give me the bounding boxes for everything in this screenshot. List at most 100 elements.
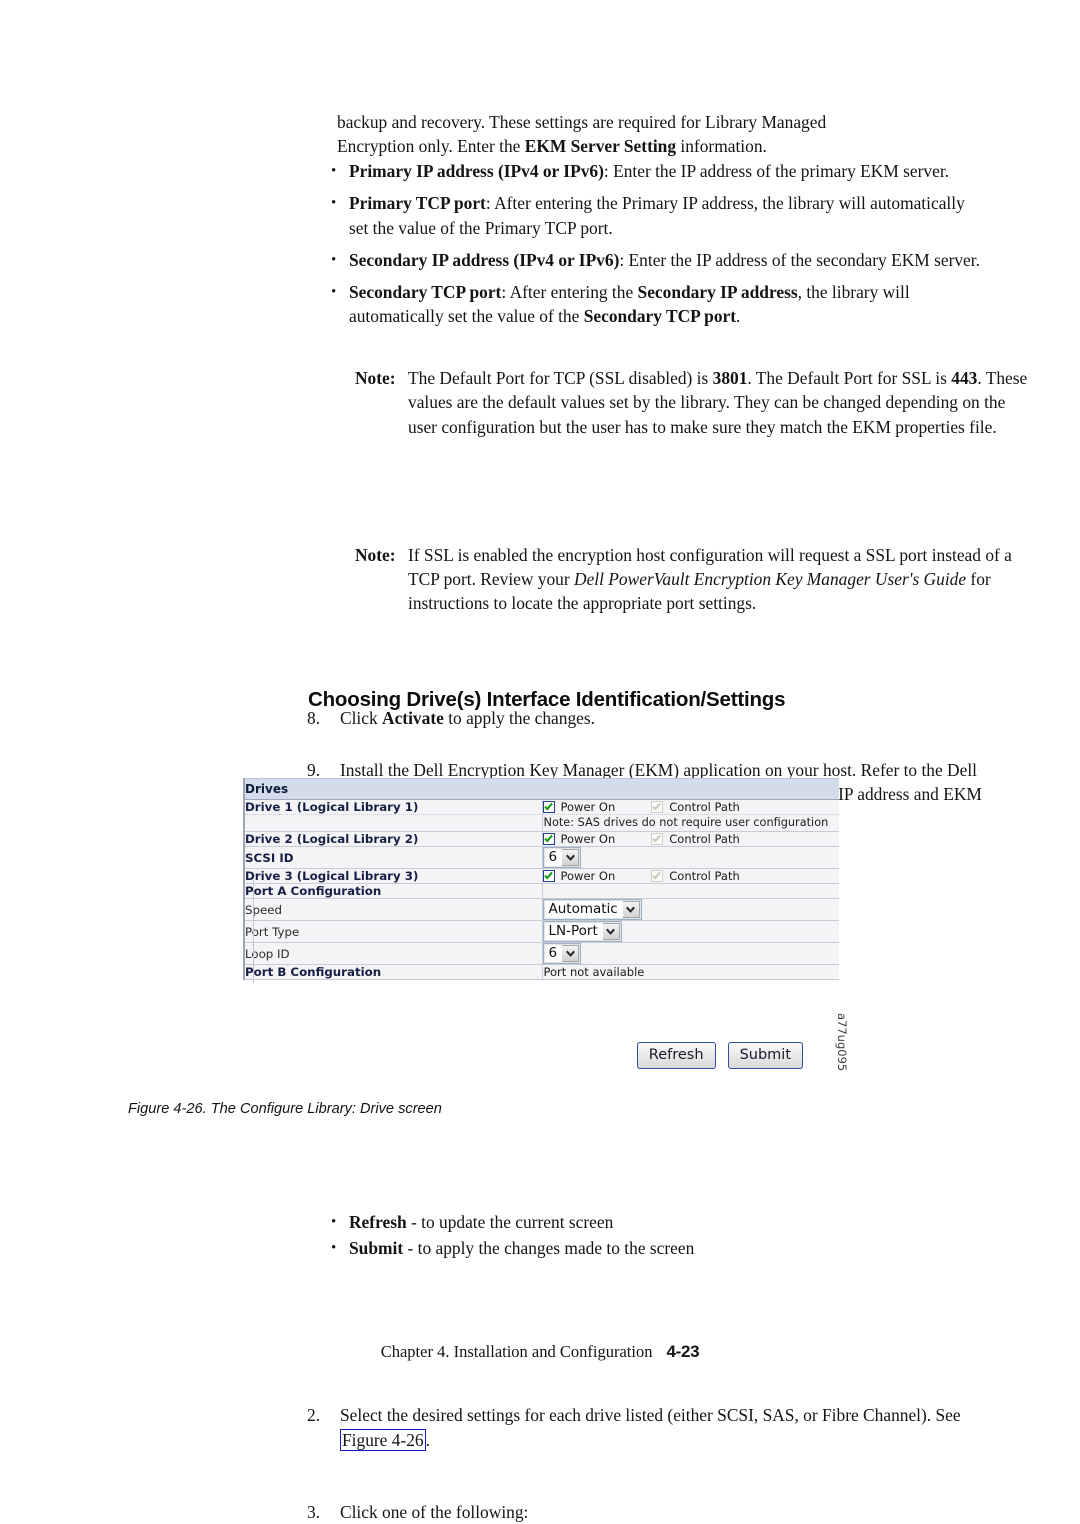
drive-1-label: Drive 1 (Logical Library 1) [245,799,543,815]
checkbox-checked-icon [542,833,555,845]
speed-label: Speed [245,894,543,924]
table-row: SCSI ID 6 [245,846,839,869]
step-3-number: 3. [307,1501,321,1522]
drive-2-control-path-label: Control Path [669,832,740,846]
port-type-cell: LN-Port [542,920,839,943]
drive-1-power-on-label: Power On [560,800,616,814]
drive-3-control-path-checkbox[interactable]: Control Path [651,869,740,883]
sas-note-cell: Note: SAS drives do not require user con… [542,814,839,832]
bullet-3-term-3: Secondary TCP port [583,306,737,327]
checkbox-checked-disabled-icon [651,833,664,845]
scsi-id-select[interactable]: 6 [542,847,582,868]
chevron-down-icon [562,849,580,866]
drive-3-power-on-checkbox[interactable]: Power On [542,869,616,883]
loop-id-select[interactable]: 6 [542,943,582,964]
bullet-dot-icon: • [331,163,337,179]
bullet-0-term: Primary IP address (IPv4 or IPv6) [349,161,604,181]
port-type-label: Port Type [245,916,543,946]
port-type-value: LN-Port [544,923,603,940]
table-row: Drive 3 (Logical Library 3) Power On Con… [245,868,839,884]
intro-line-2a: Encryption only. Enter the [337,136,525,157]
drive-2-options: Power On Control Path [542,831,839,847]
panel-title: Drives [245,778,839,800]
table-row: Port Type LN-Port [245,916,839,946]
bullet-dot-icon: • [331,251,337,268]
drives-settings-table: Drives Drive 1 (Logical Library 1) Power… [245,778,839,983]
figure-caption-text: The Configure Library: Drive screen [206,1101,442,1117]
step-2: 2. Select the desired settings for each … [307,1403,1000,1452]
drive-3-power-on-label: Power On [560,869,616,883]
checkbox-checked-disabled-icon [651,801,664,813]
note-label: Note: [355,368,396,388]
bullet-3-term-2: Secondary IP address [637,282,798,303]
step-2-text-c: . [425,1429,430,1450]
screenshot-button-bar: Refresh Submit [243,1042,839,1069]
drive-1-power-on-checkbox[interactable]: Power On [542,800,616,814]
figure-source-code: a77ug095 [835,1013,849,1072]
list-item: • Primary TCP port: After entering the P… [325,191,981,240]
drive-2-label: Drive 2 (Logical Library 2) [245,831,543,847]
bullet-2-text: : Enter the IP address of the secondary … [619,249,980,270]
drive-2-control-path-checkbox[interactable]: Control Path [651,832,740,846]
speed-value: Automatic [544,901,623,918]
speed-cell: Automatic [542,898,839,921]
drive-1-control-path-label: Control Path [669,800,740,814]
table-row: Port B Configuration Port not available [245,960,839,983]
ekm-settings-bullet-list: • Primary IP address (IPv4 or IPv6) : Ent… [325,159,981,329]
intro-line-2c: information. [676,136,767,157]
table-row: Port A Configuration [245,879,839,902]
figure-caption: Figure 4-26. The Configure Library: Driv… [128,1101,442,1117]
submit-button[interactable]: Submit [727,1042,803,1069]
note-label: Note: [355,544,396,565]
checkbox-checked-icon [542,801,555,813]
drive-2-power-on-checkbox[interactable]: Power On [542,832,615,846]
step-3: 3. Click one of the following: [307,1500,1000,1524]
note-block-2: Note: If SSL is enabled the encryption h… [355,543,1028,616]
chevron-down-icon [602,923,620,940]
panel-header-row: Drives [245,778,839,800]
port-type-select[interactable]: LN-Port [542,921,622,942]
port-b-configuration-label: Port B Configuration [245,960,543,983]
list-item: • Primary IP address (IPv4 or IPv6): Ent… [325,159,981,183]
bullet-2-term: Secondary IP address (IPv4 or IPv6) [349,249,620,270]
bullet-dot-icon: • [331,1214,337,1230]
port-a-configuration-label: Port A Configuration [245,879,543,902]
note-2-guide-title: Dell PowerVault Encryption Key Manager U… [574,569,967,590]
table-row: Loop ID 6 [245,938,839,968]
note-1-text-c: . The Default Port for SSL is [747,368,952,388]
page-number: 4-23 [666,1342,700,1361]
footer-chapter-text: Chapter 4. Installation and Configuratio… [380,1342,653,1361]
loop-id-value: 6 [544,945,563,962]
step-3-text: Click one of the following: [340,1501,529,1522]
checkbox-checked-icon [542,870,555,882]
table-row: Drive 2 (Logical Library 2) Power On Con… [245,831,839,847]
ekm-server-setting-term: EKM Server Setting [524,136,677,157]
refresh-button[interactable]: Refresh [636,1042,716,1069]
document-page: backup and recovery. These settings are … [0,0,1080,1522]
port-b-status-text: Port not available [543,965,645,979]
bullet-dot-icon: • [331,195,337,212]
checkbox-checked-disabled-icon [651,870,664,882]
intro-line-1: backup and recovery. These settings are … [337,112,827,132]
bullet-1-term: Primary TCP port [349,193,486,214]
drive-3-control-path-label: Control Path [669,869,740,883]
note-1-text-a: The Default Port for TCP (SSL disabled) … [408,368,713,388]
refresh-description: - to update the current screen [406,1212,614,1232]
loop-id-label: Loop ID [245,938,543,968]
figure-4-26-link[interactable]: Figure 4-26 [340,1428,426,1451]
page-section-heading: Choosing Drive(s) Interface Identificati… [308,688,786,711]
step-2-text-a: Select the desired settings for each dri… [340,1405,961,1426]
bullet-dot-icon: • [331,1240,337,1257]
loop-id-cell: 6 [542,942,839,965]
button-action-list: • Refresh - to update the current screen… [325,1210,965,1261]
note-block-1: Note: The Default Port for TCP (SSL disa… [355,366,1028,439]
bullet-3-text-c: . [736,306,741,327]
scsi-id-value: 6 [544,849,563,866]
drive-1-options: Power On Control Path [542,799,839,815]
scsi-id-cell: 6 [542,846,839,869]
list-item: • Secondary IP address (IPv4 or IPv6): E… [325,248,981,272]
drive-1-control-path-checkbox[interactable]: Control Path [651,800,740,814]
list-item: • Secondary TCP port: After entering the… [325,280,981,329]
speed-select[interactable]: Automatic [542,899,642,920]
drive-3-options: Power On Control Path [542,868,839,884]
